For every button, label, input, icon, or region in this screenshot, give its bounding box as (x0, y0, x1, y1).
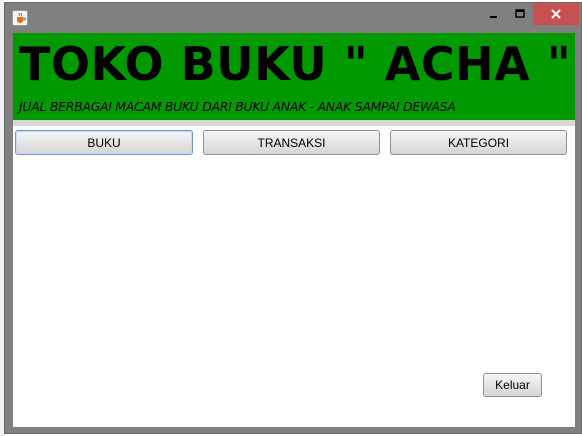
title-bar[interactable] (5, 3, 581, 33)
store-subtitle: JUAL BERBAGAI MACAM BUKU DARI BUKU ANAK … (19, 99, 456, 114)
app-window: TOKO BUKU " ACHA " JUAL BERBAGAI MACAM B… (4, 2, 582, 434)
header-banner: TOKO BUKU " ACHA " JUAL BERBAGAI MACAM B… (13, 33, 575, 120)
maximize-button[interactable] (507, 3, 533, 25)
banner-divider (13, 120, 575, 126)
close-icon (551, 9, 561, 19)
kategori-button[interactable]: KATEGORI (390, 130, 567, 155)
maximize-icon (515, 9, 525, 18)
minimize-icon (490, 16, 497, 18)
minimize-button[interactable] (481, 3, 507, 25)
store-title: TOKO BUKU " ACHA " (19, 37, 572, 91)
buku-button[interactable]: BUKU (15, 130, 193, 155)
java-cup-icon (12, 10, 28, 26)
exit-button[interactable]: Keluar (483, 373, 542, 397)
close-button[interactable] (533, 3, 579, 25)
main-panel: TOKO BUKU " ACHA " JUAL BERBAGAI MACAM B… (13, 33, 575, 427)
transaksi-button[interactable]: TRANSAKSI (203, 130, 380, 155)
